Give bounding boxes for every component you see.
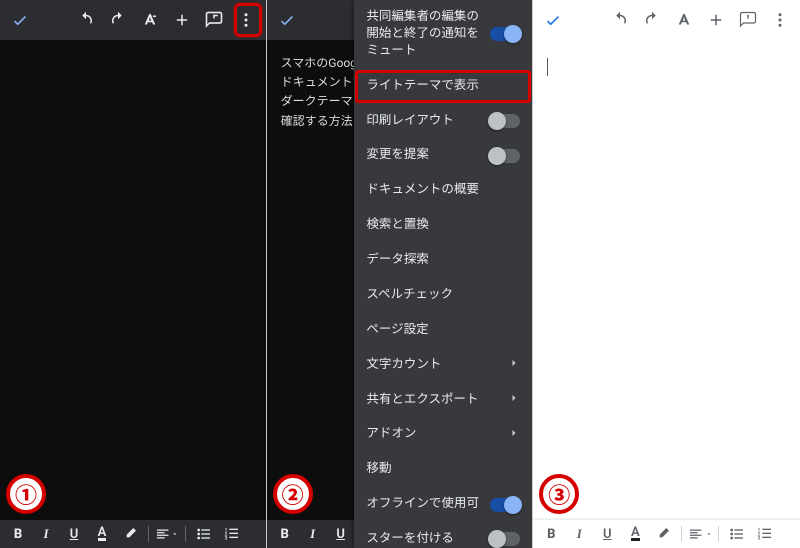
menu-offline[interactable]: オフラインで使用可 bbox=[354, 487, 532, 522]
check-icon[interactable] bbox=[6, 6, 34, 34]
menu-addons[interactable]: アドオン bbox=[354, 417, 532, 452]
toggle-switch[interactable] bbox=[490, 114, 520, 128]
menu-item-label: 共有とエクスポート bbox=[366, 392, 500, 409]
menu-explore[interactable]: データ探索 bbox=[354, 243, 532, 278]
menu-spellcheck[interactable]: スペルチェック bbox=[354, 278, 532, 313]
comment-icon[interactable] bbox=[200, 6, 228, 34]
comment-icon[interactable] bbox=[734, 6, 762, 34]
align-button[interactable] bbox=[155, 522, 179, 546]
menu-item-label: スペルチェック bbox=[366, 287, 512, 304]
menu-item-label: ページ設定 bbox=[366, 322, 512, 339]
bulleted-list-button[interactable] bbox=[725, 522, 749, 546]
menu-star[interactable]: スターを付ける bbox=[354, 522, 532, 548]
step-badge-2: ② bbox=[273, 474, 313, 514]
more-vert-icon[interactable] bbox=[232, 6, 260, 34]
menu-doc-outline[interactable]: ドキュメントの概要 bbox=[354, 173, 532, 208]
toggle-switch[interactable] bbox=[490, 532, 520, 546]
svg-text:3: 3 bbox=[758, 535, 761, 541]
numbered-list-button[interactable]: 123 bbox=[753, 522, 777, 546]
italic-button[interactable]: I bbox=[567, 522, 591, 546]
menu-suggest-changes[interactable]: 変更を提案 bbox=[354, 138, 532, 173]
text-color-button[interactable]: A bbox=[623, 522, 647, 546]
document-area[interactable] bbox=[0, 40, 266, 520]
align-button[interactable] bbox=[688, 522, 712, 546]
redo-icon[interactable] bbox=[104, 6, 132, 34]
toggle-switch[interactable] bbox=[490, 149, 520, 163]
check-icon[interactable] bbox=[273, 6, 301, 34]
text-style-icon[interactable] bbox=[136, 6, 164, 34]
check-icon[interactable] bbox=[539, 6, 567, 34]
menu-item-label: ドキュメントの概要 bbox=[366, 182, 512, 199]
italic-button[interactable]: I bbox=[34, 522, 58, 546]
overflow-menu: 共同編集者の編集の開始と終了の通知をミュートライトテーマで表示印刷レイアウト変更… bbox=[354, 0, 532, 548]
menu-mute-notifications[interactable]: 共同編集者の編集の開始と終了の通知をミュート bbox=[354, 0, 532, 69]
toggle-switch[interactable] bbox=[490, 27, 520, 41]
numbered-list-button[interactable]: 123 bbox=[220, 522, 244, 546]
menu-item-label: 変更を提案 bbox=[366, 147, 482, 164]
underline-button[interactable]: U bbox=[595, 522, 619, 546]
bold-button[interactable]: B bbox=[539, 522, 563, 546]
menu-word-count[interactable]: 文字カウント bbox=[354, 348, 532, 383]
menu-move[interactable]: 移動 bbox=[354, 452, 532, 487]
menu-page-setup[interactable]: ページ設定 bbox=[354, 313, 532, 348]
svg-text:3: 3 bbox=[225, 535, 228, 541]
menu-item-label: 文字カウント bbox=[366, 357, 500, 374]
menu-light-theme[interactable]: ライトテーマで表示 bbox=[354, 69, 532, 104]
menu-item-label: ライトテーマで表示 bbox=[366, 78, 512, 95]
underline-button[interactable]: U bbox=[62, 522, 86, 546]
document-area[interactable] bbox=[533, 40, 800, 520]
chevron-right-icon bbox=[508, 427, 520, 443]
format-toolbar: B I U A 123 bbox=[533, 520, 800, 548]
highlight-color-button[interactable] bbox=[118, 522, 142, 546]
text-style-icon[interactable] bbox=[670, 6, 698, 34]
top-toolbar bbox=[533, 0, 800, 40]
menu-print-layout[interactable]: 印刷レイアウト bbox=[354, 104, 532, 139]
chevron-right-icon bbox=[508, 392, 520, 408]
chevron-right-icon bbox=[508, 357, 520, 373]
underline-button[interactable]: U bbox=[329, 522, 353, 546]
plus-icon[interactable] bbox=[702, 6, 730, 34]
menu-item-label: スターを付ける bbox=[366, 531, 482, 548]
separator-icon bbox=[148, 526, 149, 542]
bold-button[interactable]: B bbox=[6, 522, 30, 546]
top-toolbar bbox=[0, 0, 266, 40]
separator-icon bbox=[718, 526, 719, 542]
menu-share-export[interactable]: 共有とエクスポート bbox=[354, 383, 532, 418]
screenshot-step-1: B I U A 123 ① bbox=[0, 0, 267, 548]
italic-button[interactable]: I bbox=[301, 522, 325, 546]
undo-icon[interactable] bbox=[606, 6, 634, 34]
plus-icon[interactable] bbox=[168, 6, 196, 34]
more-vert-icon[interactable] bbox=[766, 6, 794, 34]
screenshot-step-3: B I U A 123 ③ bbox=[533, 0, 800, 548]
separator-icon bbox=[681, 526, 682, 542]
menu-item-label: 共同編集者の編集の開始と終了の通知をミュート bbox=[366, 9, 482, 60]
menu-find-replace[interactable]: 検索と置換 bbox=[354, 208, 532, 243]
bold-button[interactable]: B bbox=[273, 522, 297, 546]
menu-item-label: 印刷レイアウト bbox=[366, 113, 482, 130]
redo-icon[interactable] bbox=[638, 6, 666, 34]
menu-item-label: 検索と置換 bbox=[366, 217, 512, 234]
bulleted-list-button[interactable] bbox=[192, 522, 216, 546]
menu-item-label: アドオン bbox=[366, 426, 500, 443]
screenshot-step-2: スマホのGoogleドキュメントでダークテーマを確認する方法 共同編集者の編集の… bbox=[267, 0, 534, 548]
menu-item-label: 移動 bbox=[366, 461, 512, 478]
text-cursor bbox=[547, 58, 548, 76]
toggle-switch[interactable] bbox=[490, 498, 520, 512]
highlight-color-button[interactable] bbox=[651, 522, 675, 546]
text-color-button[interactable]: A bbox=[90, 522, 114, 546]
format-toolbar: B I U A 123 bbox=[0, 520, 266, 548]
step-badge-1: ① bbox=[6, 474, 46, 514]
separator-icon bbox=[185, 526, 186, 542]
menu-item-label: データ探索 bbox=[366, 252, 512, 269]
menu-item-label: オフラインで使用可 bbox=[366, 496, 482, 513]
undo-icon[interactable] bbox=[72, 6, 100, 34]
